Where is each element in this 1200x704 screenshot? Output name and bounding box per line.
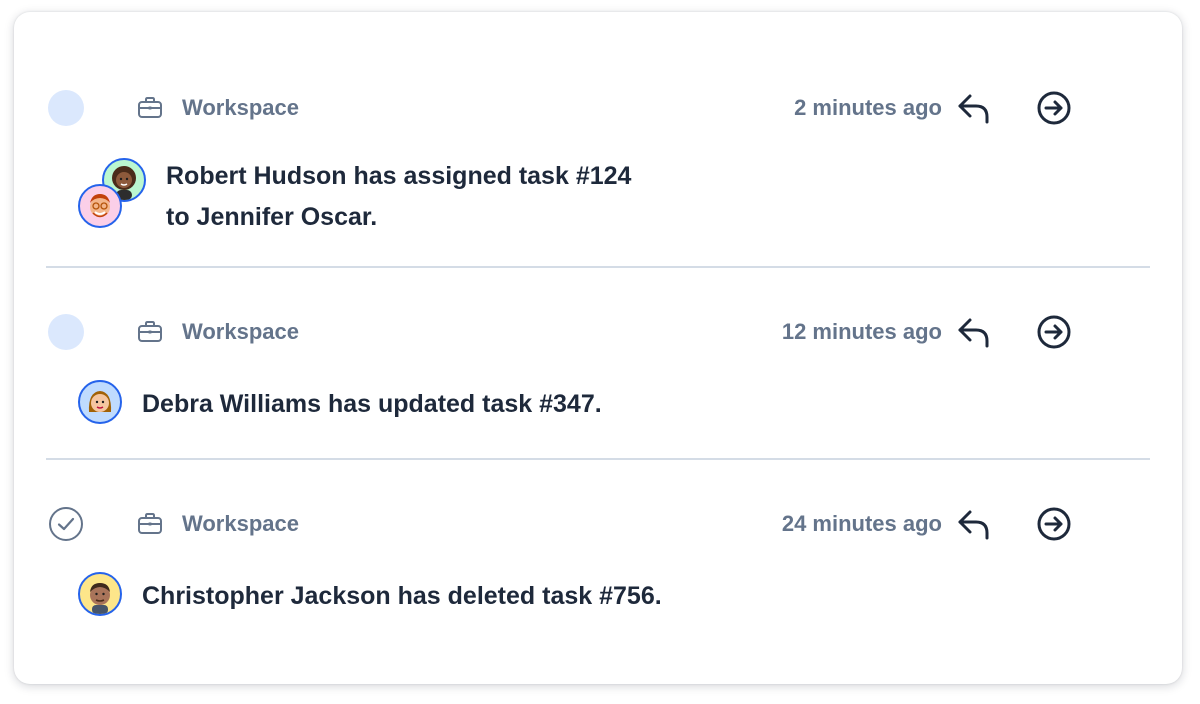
- unread-indicator[interactable]: [48, 90, 84, 126]
- briefcase-icon: [138, 513, 162, 534]
- notification-message: Christopher Jackson has deleted task #75…: [142, 582, 662, 610]
- robert-hudson-avatar: [78, 184, 122, 228]
- workspace-label: Workspace: [182, 319, 299, 344]
- check-circle-icon[interactable]: [48, 506, 84, 542]
- timestamp: 2 minutes ago: [794, 95, 942, 120]
- workspace-label: Workspace: [182, 95, 299, 120]
- arrow-right-circle-icon[interactable]: [1032, 502, 1076, 546]
- notifications-card: Workspace 2 minutes ago Robert Hudson ha…: [14, 12, 1182, 684]
- reply-icon[interactable]: [952, 502, 996, 546]
- briefcase-icon: [138, 321, 162, 342]
- debra-williams-avatar: [78, 380, 122, 424]
- arrow-right-circle-icon[interactable]: [1032, 310, 1076, 354]
- notification-message: Robert Hudson has assigned task #124 to …: [166, 156, 631, 238]
- timestamp: 12 minutes ago: [781, 319, 942, 344]
- divider: [46, 458, 1150, 460]
- christopher-jackson-avatar: [78, 572, 122, 616]
- divider: [46, 266, 1150, 268]
- arrow-right-circle-icon[interactable]: [1032, 86, 1076, 130]
- reply-icon[interactable]: [952, 310, 996, 354]
- notification-message: Debra Williams has updated task #347.: [142, 390, 602, 418]
- message-line: to Jennifer Oscar.: [166, 203, 378, 231]
- reply-icon[interactable]: [952, 86, 996, 130]
- unread-indicator[interactable]: [48, 314, 84, 350]
- timestamp: 24 minutes ago: [781, 511, 942, 536]
- message-line: Robert Hudson has assigned task #124: [166, 162, 632, 190]
- briefcase-icon: [138, 97, 162, 118]
- workspace-label: Workspace: [182, 511, 299, 536]
